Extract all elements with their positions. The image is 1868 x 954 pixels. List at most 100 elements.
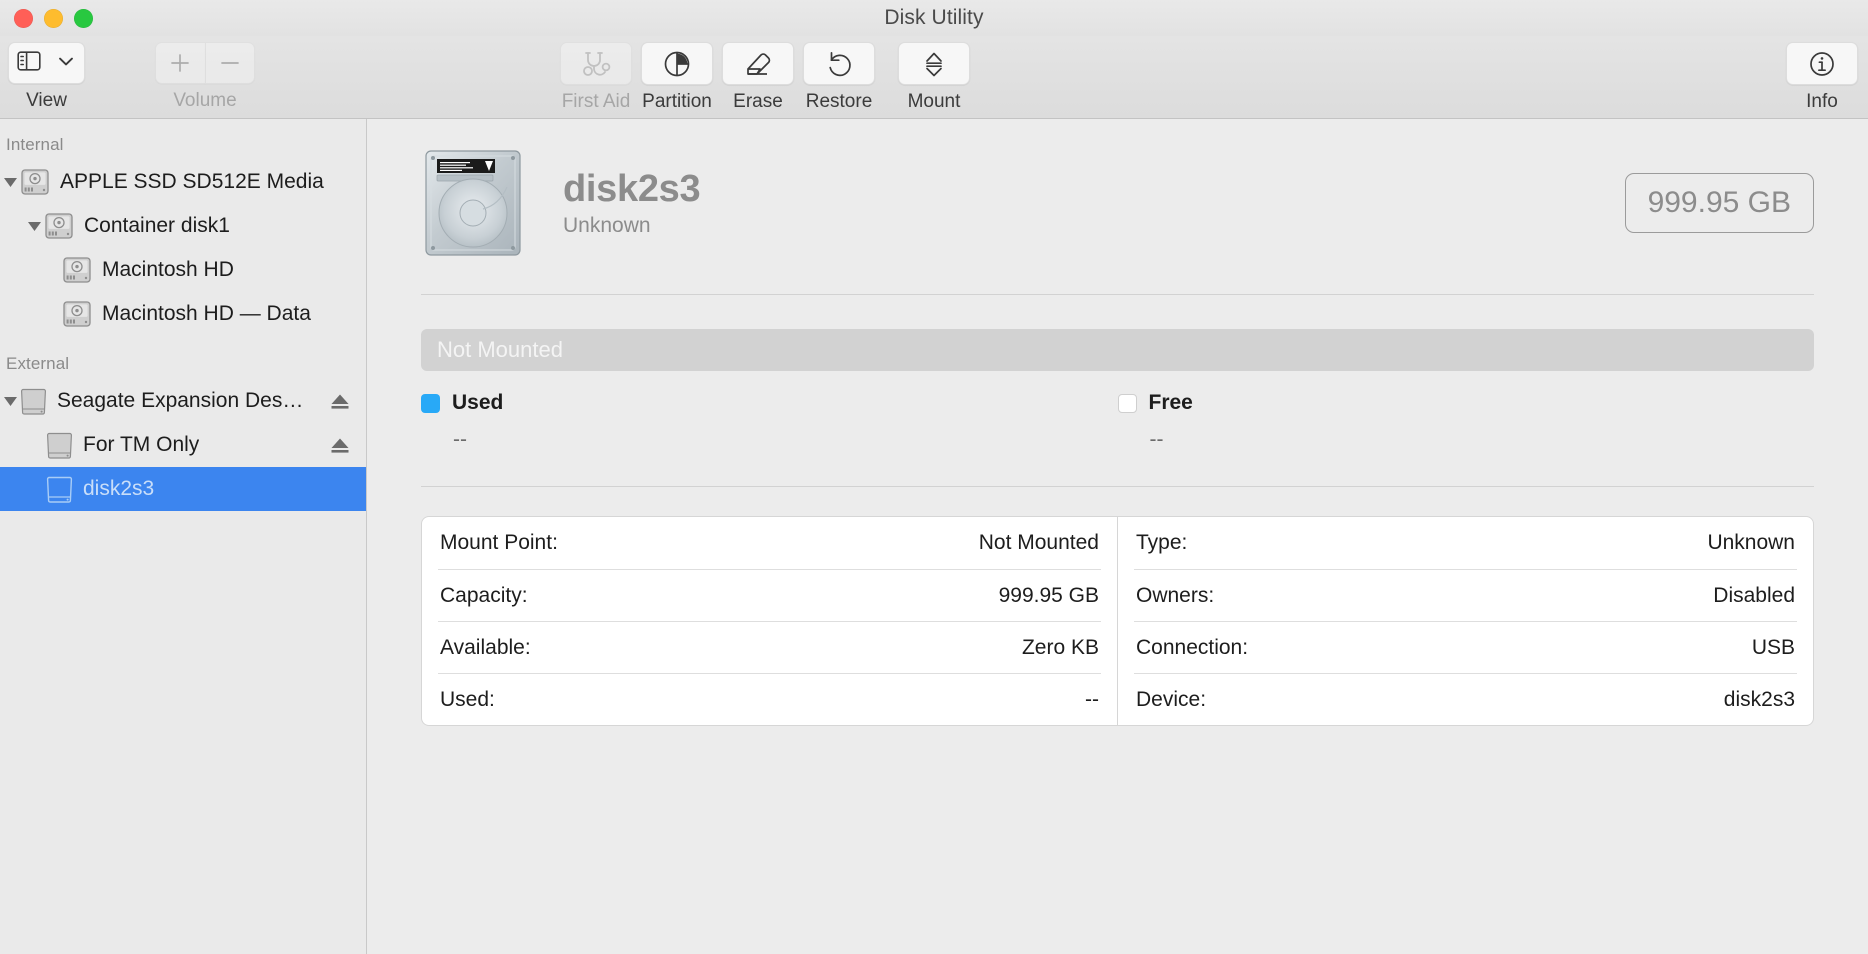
table-row: Owners: Disabled [1134, 569, 1797, 621]
volume-identity: disk2s3 Unknown [563, 167, 701, 239]
first-aid-button[interactable] [560, 42, 632, 85]
add-volume-button[interactable] [155, 42, 205, 84]
legend-label: Free [1148, 391, 1193, 414]
internal-disk-icon [62, 256, 92, 284]
internal-disk-icon [62, 300, 92, 328]
free-swatch-icon [1117, 393, 1137, 413]
erase-button[interactable] [722, 42, 794, 85]
disclosure-triangle-icon[interactable] [24, 221, 44, 231]
pie-chart-icon [658, 45, 696, 83]
info-button[interactable] [1786, 42, 1858, 85]
legend-item-free: Free -- [1117, 391, 1815, 452]
sidebar-item-label: disk2s3 [83, 477, 155, 500]
detail-value: USB [1751, 635, 1795, 659]
sidebar-item-container-disk1[interactable]: Container disk1 [0, 204, 366, 248]
table-row: Mount Point: Not Mounted [438, 517, 1101, 569]
view-group: View [8, 42, 85, 112]
legend-item-used: Used -- [421, 391, 1118, 452]
sidebar-item-macintosh-hd-data[interactable]: Macintosh HD — Data [0, 292, 366, 336]
sidebar-section-header-external: External [6, 354, 70, 373]
toolbar-item-restore[interactable]: Restore [803, 42, 875, 113]
sidebar-item-label: Macintosh HD [102, 258, 234, 281]
undo-arrow-icon [820, 45, 858, 83]
usage-bar-label: Not Mounted [437, 337, 563, 362]
sidebar-item-seagate-expansion[interactable]: Seagate Expansion Des… [0, 379, 366, 423]
view-popup-button[interactable] [8, 42, 85, 84]
toolbar-item-mount[interactable]: Mount [898, 42, 970, 113]
erase-label: Erase [733, 91, 783, 112]
info-group: Info [1786, 42, 1858, 113]
sidebar-item-label: Macintosh HD — Data [102, 302, 311, 325]
legend-label: Used [452, 391, 504, 414]
volume-header: disk2s3 Unknown 999.95 GB [367, 119, 1868, 259]
detail-value: Unknown [1707, 531, 1795, 554]
mount-label: Mount [907, 91, 961, 112]
used-swatch-icon [421, 393, 440, 413]
detail-value: -- [1085, 687, 1099, 711]
toolbar-item-partition[interactable]: Partition [641, 42, 713, 113]
view-label: View [26, 90, 67, 111]
disk-utility-window: Disk Utility View Volume First Aid Parti… [0, 0, 1868, 954]
page-title: disk2s3 [563, 167, 701, 210]
table-row: Capacity: 999.95 GB [438, 569, 1101, 621]
eject-icon[interactable] [330, 437, 350, 454]
sidebar-icon [17, 50, 41, 76]
restore-label: Restore [805, 91, 873, 112]
toolbar-item-erase[interactable]: Erase [722, 42, 794, 113]
sidebar-item-label: For TM Only [83, 433, 200, 456]
table-row: Connection: USB [1134, 621, 1797, 673]
detail-label: Device: [1136, 687, 1207, 711]
volume-group: Volume [155, 42, 255, 112]
detail-value: 999.95 GB [998, 583, 1099, 607]
eject-icon [915, 45, 953, 83]
window-title: Disk Utility [884, 6, 984, 29]
usage-section: Not Mounted Used -- Free -- [367, 329, 1868, 452]
disclosure-triangle-icon[interactable] [0, 177, 20, 187]
detail-label: Used: [440, 687, 495, 711]
eraser-icon [739, 45, 777, 83]
toolbar-item-first-aid[interactable]: First Aid [560, 42, 632, 113]
sidebar-item-label: Seagate Expansion Des… [57, 389, 304, 412]
divider [421, 294, 1814, 295]
detail-label: Owners: [1136, 583, 1215, 607]
sidebar-item-label: APPLE SSD SD512E Media [60, 170, 324, 193]
external-disk-icon [46, 474, 73, 504]
internal-disk-icon [20, 168, 50, 196]
eject-icon[interactable] [330, 393, 350, 410]
volume-filesystem: Unknown [563, 214, 651, 238]
sidebar: Internal APPLE SSD SD512E Media Containe… [0, 119, 367, 954]
main-content: disk2s3 Unknown 999.95 GB Not Mounted Us… [367, 119, 1868, 954]
table-row: Type: Unknown [1134, 517, 1797, 569]
mount-button[interactable] [898, 42, 970, 85]
partition-button[interactable] [641, 42, 713, 85]
remove-volume-button[interactable] [204, 42, 255, 84]
table-row: Device: disk2s3 [1134, 673, 1797, 725]
details-panel: Mount Point: Not Mounted Capacity: 999.9… [421, 516, 1814, 726]
external-disk-icon [46, 430, 73, 460]
detail-value: Not Mounted [978, 531, 1099, 554]
capacity-badge: 999.95 GB [1624, 173, 1814, 233]
chevron-down-icon [58, 54, 74, 72]
restore-button[interactable] [803, 42, 875, 85]
detail-label: Capacity: [440, 583, 528, 607]
sidebar-item-disk2s3[interactable]: disk2s3 [0, 467, 366, 511]
detail-label: Mount Point: [440, 531, 558, 554]
disclosure-triangle-icon[interactable] [0, 396, 20, 406]
toolbar: View Volume First Aid Partition Erase Re… [0, 36, 1868, 119]
sidebar-section-header-internal: Internal [6, 135, 64, 154]
detail-value: Zero KB [1021, 635, 1099, 659]
table-row: Used: -- [438, 673, 1101, 725]
sidebar-item-macintosh-hd[interactable]: Macintosh HD [0, 248, 366, 292]
legend-value: -- [1149, 428, 1164, 451]
divider [421, 486, 1814, 487]
sidebar-item-for-tm-only[interactable]: For TM Only [0, 423, 366, 467]
sidebar-item-apple-ssd[interactable]: APPLE SSD SD512E Media [0, 160, 366, 204]
legend-value: -- [453, 428, 467, 451]
partition-label: Partition [642, 91, 712, 112]
detail-label: Available: [440, 635, 531, 659]
external-disk-icon [20, 386, 47, 416]
usage-bar: Not Mounted [421, 329, 1814, 371]
internal-disk-icon [44, 212, 74, 240]
usage-legend: Used -- Free -- [421, 391, 1814, 452]
details-right-column: Type: Unknown Owners: Disabled Connectio… [1117, 517, 1813, 725]
